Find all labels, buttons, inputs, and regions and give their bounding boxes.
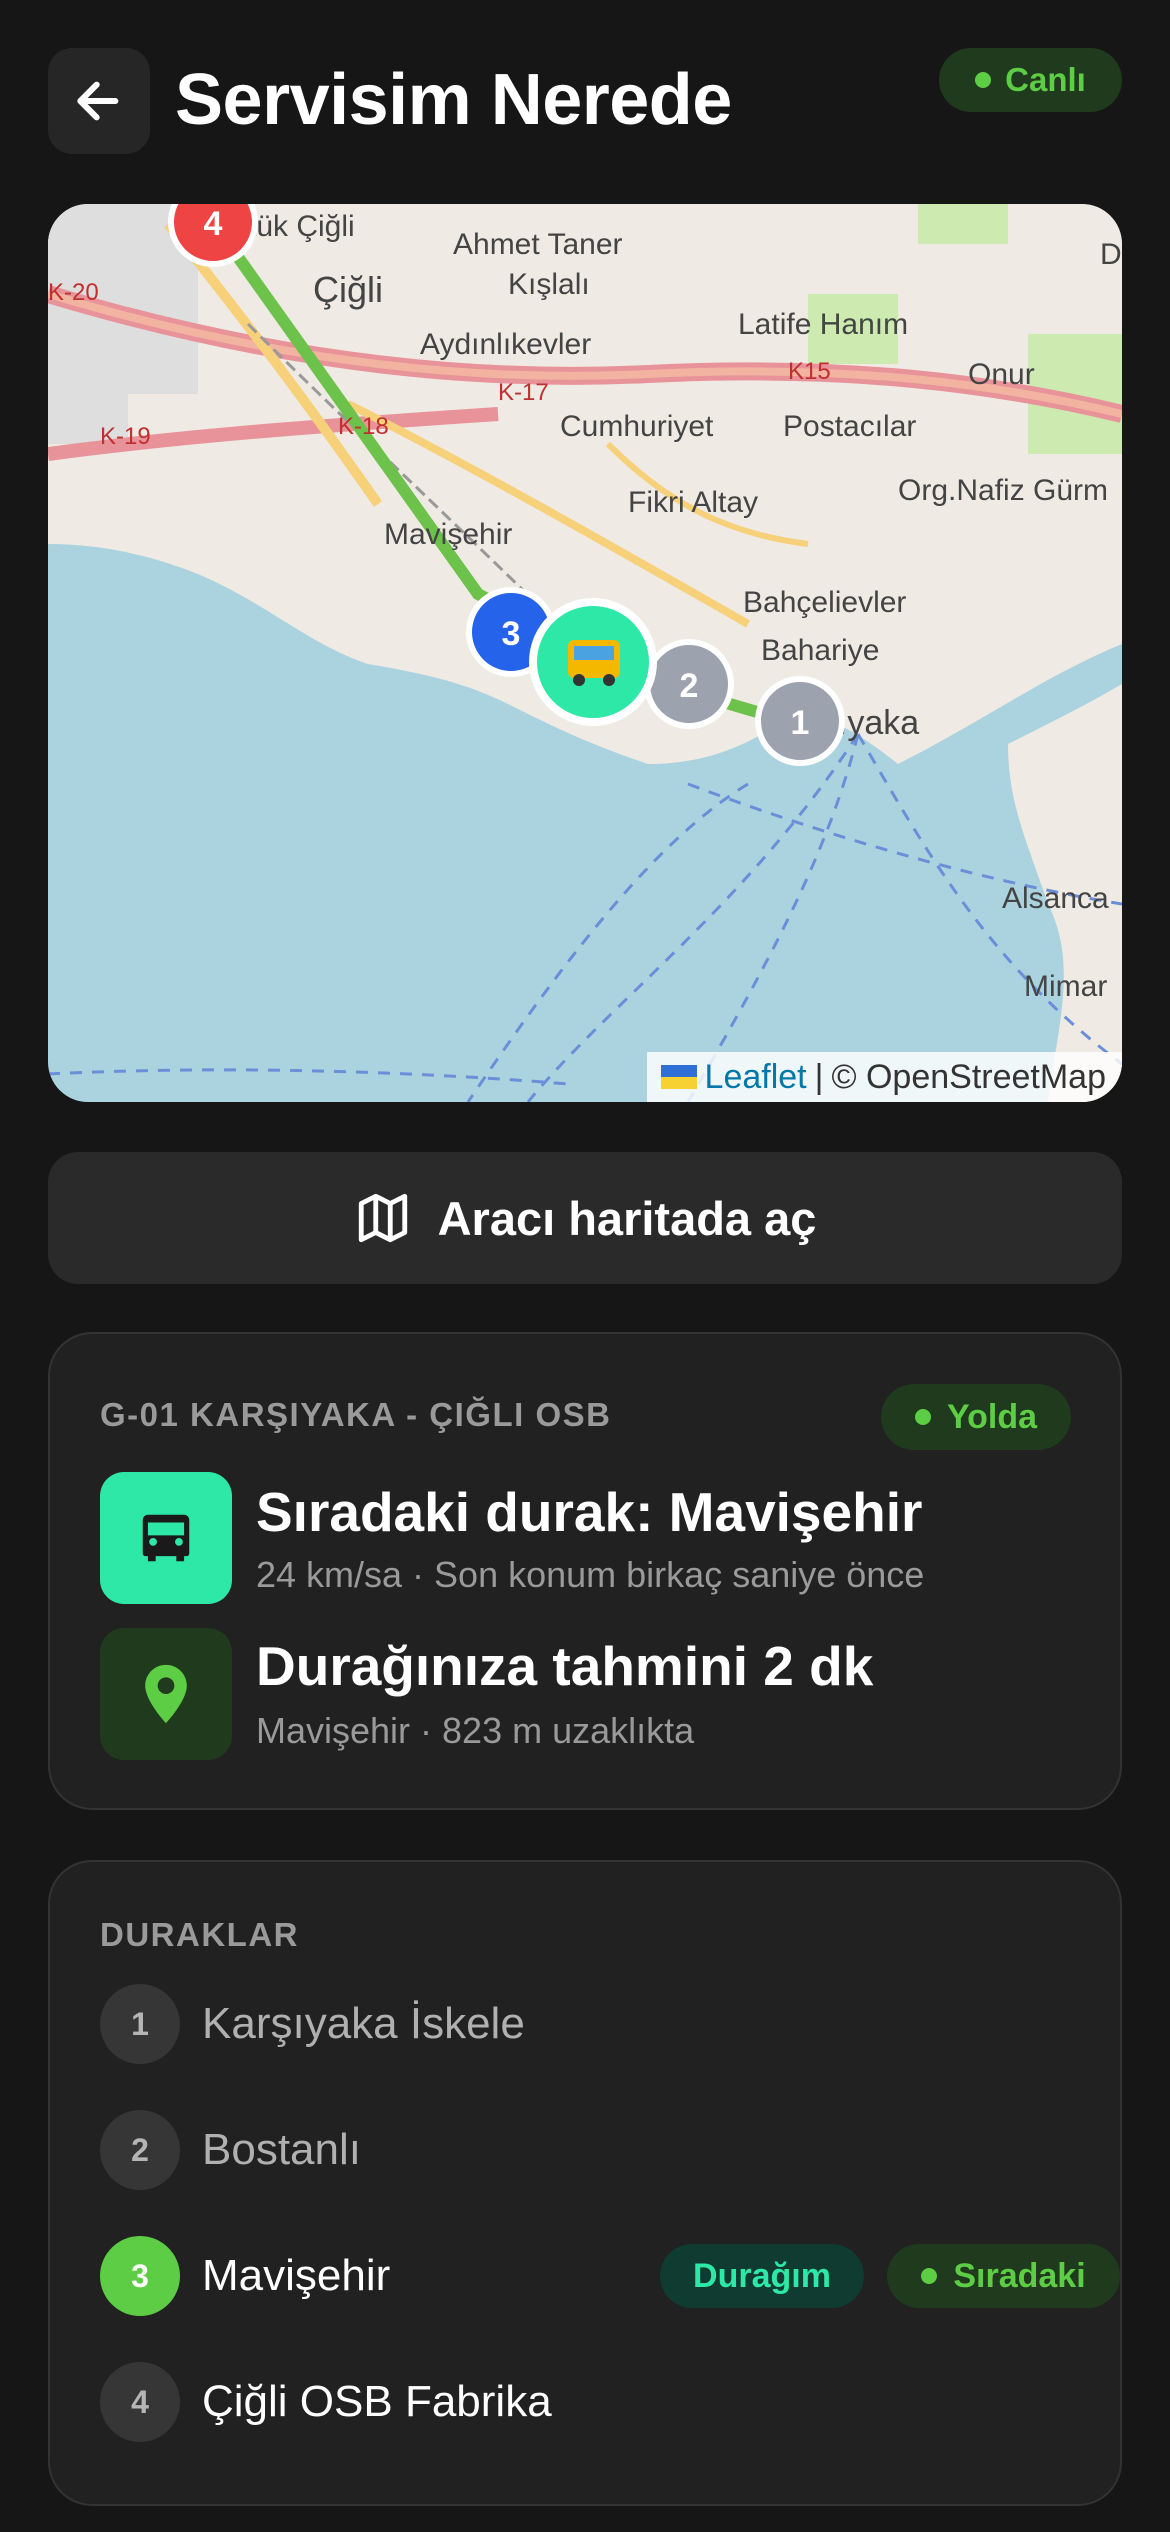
live-status-badge: Canlı — [939, 48, 1122, 112]
trip-status-badge: Yolda — [881, 1384, 1071, 1450]
map-label: K-17 — [498, 379, 549, 406]
map-label: Bahariye — [761, 634, 879, 667]
map-label: Latife Hanım — [738, 308, 908, 341]
marker-label: 4 — [204, 205, 223, 243]
page-title: Servisim Nerede — [175, 60, 732, 140]
stop-row-1[interactable]: 1 Karşıyaka İskele — [100, 1984, 1070, 2064]
next-stop-title: Sıradaki durak: Mavişehir — [256, 1481, 923, 1543]
stop-marker-4[interactable]: 4 — [168, 204, 258, 267]
map-label: Org.Nafiz Gürm — [898, 474, 1108, 507]
map-label: D — [1100, 238, 1122, 271]
bus-icon — [142, 1514, 190, 1562]
map-view[interactable]: tük Çiğli Ahmet Taner Kışlalı Çiğli Lati… — [48, 204, 1122, 1102]
osm-link[interactable]: © OpenStreetMap — [831, 1058, 1106, 1097]
next-stop-subtitle: 24 km/sa · Son konum birkaç saniye önce — [256, 1554, 925, 1595]
map-label: Onur — [968, 358, 1035, 391]
map-label: K-19 — [100, 423, 151, 450]
stop-row-2[interactable]: 2 Bostanlı — [100, 2110, 1070, 2190]
back-button[interactable] — [48, 48, 150, 154]
map-label: Fikri Altay — [628, 486, 758, 519]
stop-number: 1 — [100, 1984, 180, 2064]
stop-name: Bostanlı — [202, 2125, 361, 2174]
map-canvas: tük Çiğli Ahmet Taner Kışlalı Çiğli Lati… — [48, 204, 1122, 1102]
stop-name: Karşıyaka İskele — [202, 1999, 525, 2048]
ukraine-flag-icon — [660, 1065, 697, 1089]
bus-tile — [100, 1472, 232, 1604]
route-code: G-01 KARŞIYAKA - ÇIĞLI OSB — [100, 1396, 612, 1433]
map-label: Cumhuriyet — [560, 410, 714, 443]
marker-label: 1 — [791, 704, 810, 742]
stop-number: 4 — [100, 2362, 180, 2442]
stop-name: Çiğli OSB Fabrika — [202, 2377, 552, 2426]
trip-status-label: Yolda — [946, 1397, 1038, 1436]
map-label: Postacılar — [783, 410, 916, 443]
live-dot-icon — [975, 72, 992, 88]
map-label: K-20 — [48, 279, 99, 306]
open-map-button[interactable]: Aracı haritada aç — [48, 1152, 1122, 1284]
map-label: Mimar — [1024, 970, 1107, 1003]
map-attribution: Leaflet | © OpenStreetMap — [646, 1052, 1122, 1102]
stop-row-4[interactable]: 4 Çiğli OSB Fabrika — [100, 2362, 1070, 2442]
map-label: Mavişehir — [384, 518, 512, 551]
stop-name: Mavişehir — [202, 2251, 391, 2300]
map-label: Çiğli — [313, 269, 383, 310]
stop-marker-2[interactable]: 2 — [644, 639, 734, 729]
marker-label: 3 — [502, 615, 521, 653]
map-icon — [358, 1193, 407, 1243]
stop-number: 2 — [100, 2110, 180, 2190]
location-pin-icon — [145, 1664, 187, 1724]
next-dot-icon — [921, 2268, 938, 2284]
map-label: Alsanca — [1002, 882, 1109, 915]
map-label: Bahçelievler — [743, 586, 906, 619]
map-label: Aydınlıkevler — [420, 328, 591, 361]
eta-subtitle: Mavişehir · 823 m uzaklıkta — [256, 1710, 695, 1751]
map-label: K-18 — [338, 413, 389, 440]
my-stop-badge: Durağım — [660, 2244, 864, 2308]
attribution-separator: | — [814, 1057, 824, 1096]
arrow-left-icon — [77, 81, 119, 121]
eta-title: Durağınıza tahmini 2 dk — [256, 1635, 874, 1697]
map-label: Ahmet Taner — [453, 228, 623, 261]
next-stop-badge: Sıradaki — [887, 2244, 1120, 2308]
live-status-label: Canlı — [1005, 61, 1086, 98]
next-stop-badge-label: Sıradaki — [953, 2256, 1086, 2295]
pin-tile — [100, 1628, 232, 1760]
stops-heading: DURAKLAR — [100, 1916, 299, 1953]
map-label: Kışlalı — [508, 268, 590, 301]
stop-row-3[interactable]: 3 Mavişehir Durağım Sıradaki — [100, 2236, 1120, 2316]
status-dot-icon — [914, 1409, 931, 1425]
vehicle-marker[interactable] — [529, 598, 657, 726]
leaflet-link[interactable]: Leaflet — [705, 1058, 807, 1097]
app-screen: Servisim Nerede Canlı tük Çiğli Ahmet Ta… — [0, 0, 1170, 2532]
stop-number: 3 — [100, 2236, 180, 2316]
map-label: K15 — [788, 358, 831, 385]
trip-info-card: G-01 KARŞIYAKA - ÇIĞLI OSB Yolda Sıradak… — [48, 1332, 1122, 1810]
open-map-label: Aracı haritada aç — [437, 1191, 817, 1245]
map-label: tük Çiğli — [248, 210, 355, 243]
marker-label: 2 — [680, 667, 699, 705]
stop-marker-1[interactable]: 1 — [755, 676, 845, 766]
stops-card: DURAKLAR 1 Karşıyaka İskele 2 Bostanlı 3… — [48, 1860, 1122, 2506]
